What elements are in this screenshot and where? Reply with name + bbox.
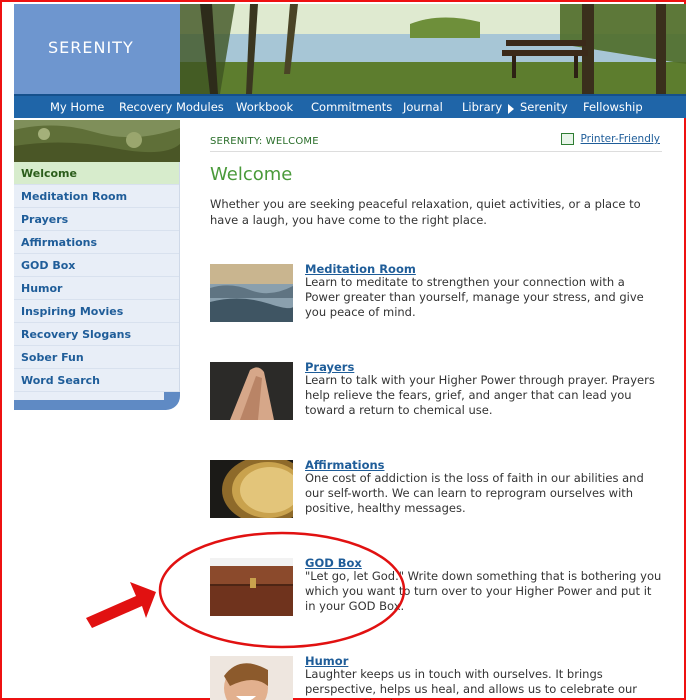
entry-desc-affirmations: One cost of addiction is the loss of fai…	[305, 471, 644, 515]
header-lake-image	[180, 4, 686, 94]
affirmations-thumbnail[interactable]	[210, 456, 310, 524]
divider	[210, 151, 662, 152]
sidebar: Welcome Meditation Room Prayers Affirmat…	[14, 120, 180, 410]
nav-workbook[interactable]: Workbook	[236, 100, 293, 114]
nav-library[interactable]: Library	[462, 100, 502, 114]
god-box-thumbnail[interactable]	[210, 558, 293, 616]
humor-thumbnail[interactable]	[210, 656, 293, 700]
entry-title-god-box[interactable]: GOD Box	[305, 556, 362, 570]
sidebar-item-prayers[interactable]: Prayers	[14, 208, 179, 231]
entry-title-affirmations[interactable]: Affirmations	[305, 458, 385, 472]
intro-text: Whether you are seeking peaceful relaxat…	[210, 197, 641, 227]
entry-desc-prayers: Learn to talk with your Higher Power thr…	[305, 373, 655, 417]
list-item: Affirmations One cost of addiction is th…	[210, 456, 662, 530]
sidebar-foliage-image	[14, 120, 180, 162]
entry-desc-meditation-room: Learn to meditate to strengthen your con…	[305, 275, 644, 319]
sidebar-item-recovery-slogans[interactable]: Recovery Slogans	[14, 323, 179, 346]
breadcrumb: SERENITY: WELCOME	[210, 136, 319, 147]
nav-commitments[interactable]: Commitments	[311, 100, 392, 114]
entry-title-prayers[interactable]: Prayers	[305, 360, 354, 374]
entry-desc-humor: Laughter keeps us in touch with ourselve…	[305, 667, 638, 700]
nav-journal[interactable]: Journal	[403, 100, 443, 114]
sidebar-item-meditation-room[interactable]: Meditation Room	[14, 185, 179, 208]
nav-serenity[interactable]: Serenity	[520, 100, 568, 114]
sidebar-item-humor[interactable]: Humor	[14, 277, 179, 300]
printer-icon	[560, 133, 574, 145]
sidebar-footer-curve	[14, 392, 180, 410]
meditation-thumbnail[interactable]	[210, 264, 295, 322]
printer-friendly-link[interactable]: Printer-Friendly	[560, 133, 660, 145]
site-header: SERENITY	[14, 4, 686, 94]
nav-recovery-modules[interactable]: Recovery Modules	[119, 100, 224, 114]
sidebar-item-god-box[interactable]: GOD Box	[14, 254, 179, 277]
list-item: Prayers Learn to talk with your Higher P…	[210, 360, 662, 432]
entry-desc-god-box: "Let go, let God." Write down something …	[305, 569, 662, 613]
nav-my-home[interactable]: My Home	[50, 100, 104, 114]
sidebar-item-sober-fun[interactable]: Sober Fun	[14, 346, 179, 369]
page-title: Welcome	[210, 164, 293, 185]
sidebar-item-inspiring-movies[interactable]: Inspiring Movies	[14, 300, 179, 323]
list-item: Meditation Room Learn to meditate to str…	[210, 262, 662, 334]
nav-fellowship[interactable]: Fellowship	[583, 100, 643, 114]
main-nav: My Home Recovery Modules Workbook Commit…	[14, 94, 686, 118]
list-item: GOD Box "Let go, let God." Write down so…	[210, 556, 662, 628]
entry-title-meditation-room[interactable]: Meditation Room	[305, 262, 416, 276]
brand-name: SERENITY	[48, 38, 134, 57]
sidebar-menu: Welcome Meditation Room Prayers Affirmat…	[14, 162, 180, 392]
list-item: Humor Laughter keeps us in touch with ou…	[210, 654, 662, 700]
sidebar-item-affirmations[interactable]: Affirmations	[14, 231, 179, 254]
prayers-thumbnail[interactable]	[210, 362, 293, 420]
printer-friendly-label: Printer-Friendly	[580, 133, 660, 145]
brand-logo[interactable]: SERENITY	[14, 4, 180, 94]
sidebar-item-welcome[interactable]: Welcome	[14, 162, 179, 185]
entry-title-humor[interactable]: Humor	[305, 654, 348, 668]
nav-active-arrow-icon	[508, 104, 514, 114]
sidebar-item-word-search[interactable]: Word Search	[14, 369, 179, 392]
